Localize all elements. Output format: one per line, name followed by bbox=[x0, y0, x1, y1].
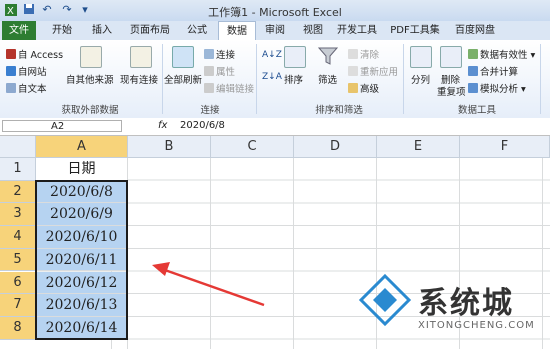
sort-button[interactable]: 排序 bbox=[284, 72, 303, 86]
reapply-icon bbox=[348, 66, 358, 76]
tab-page-layout[interactable]: 页面布局 bbox=[124, 21, 176, 40]
insert-function-icon[interactable]: fx bbox=[158, 120, 167, 131]
clear-filter-button[interactable]: 清除 bbox=[348, 47, 379, 61]
advanced-filter-button[interactable]: 高级 bbox=[348, 81, 379, 95]
group-label-connections: 连接 bbox=[200, 105, 220, 116]
tab-insert[interactable]: 插入 bbox=[84, 21, 120, 40]
properties-button[interactable]: 属性 bbox=[204, 64, 235, 78]
connections-button[interactable]: 连接 bbox=[204, 47, 235, 61]
tab-data[interactable]: 数据 bbox=[218, 21, 256, 41]
tab-formulas[interactable]: 公式 bbox=[180, 21, 214, 40]
text-to-columns-icon bbox=[410, 46, 432, 68]
other-sources-icon bbox=[80, 46, 102, 68]
from-access-button[interactable]: 自 Access bbox=[6, 47, 63, 61]
row-header-6[interactable]: 6 bbox=[0, 271, 36, 295]
filter-funnel-icon bbox=[317, 46, 339, 69]
text-to-columns-button[interactable]: 分列 bbox=[411, 72, 430, 86]
what-if-icon bbox=[468, 83, 478, 93]
access-icon bbox=[6, 49, 16, 59]
row-header-8[interactable]: 8 bbox=[0, 316, 36, 340]
watermark-url: XITONGCHENG.COM bbox=[418, 320, 535, 331]
group-divider bbox=[540, 44, 541, 114]
reapply-button[interactable]: 重新应用 bbox=[348, 64, 398, 78]
tab-pdf-tools[interactable]: PDF工具集 bbox=[386, 21, 444, 40]
existing-connections-icon bbox=[130, 46, 152, 68]
tab-developer[interactable]: 开发工具 bbox=[332, 21, 382, 40]
select-all-corner[interactable] bbox=[0, 136, 36, 158]
link-icon bbox=[204, 49, 214, 59]
sort-za-icon[interactable]: Z↓A bbox=[262, 72, 282, 82]
from-text-button[interactable]: 自文本 bbox=[6, 81, 47, 95]
data-validation-button[interactable]: 数据有效性 ▾ bbox=[468, 47, 535, 61]
tab-review[interactable]: 审阅 bbox=[258, 21, 292, 40]
refresh-all-button[interactable]: 全部刷新 bbox=[164, 72, 202, 86]
cell-a1[interactable]: 日期 bbox=[36, 158, 128, 181]
row-header-2[interactable]: 2 bbox=[0, 180, 36, 204]
name-box[interactable]: A2 bbox=[2, 120, 122, 132]
red-arrow-annotation bbox=[152, 262, 265, 307]
group-label-sort-filter: 排序和筛选 bbox=[315, 105, 363, 116]
filter-button[interactable]: 筛选 bbox=[318, 72, 337, 86]
group-divider bbox=[256, 44, 257, 114]
group-divider bbox=[403, 44, 404, 114]
properties-icon bbox=[204, 66, 214, 76]
column-header-a[interactable]: A bbox=[36, 136, 128, 158]
sort-dialog-icon bbox=[284, 46, 306, 68]
row-header-7[interactable]: 7 bbox=[0, 294, 36, 317]
row-header-4[interactable]: 4 bbox=[0, 226, 36, 249]
selection-border bbox=[35, 179, 128, 340]
column-header-d[interactable]: D bbox=[294, 136, 377, 158]
validation-icon bbox=[468, 49, 478, 59]
from-other-sources-button[interactable]: 自其他来源 bbox=[66, 72, 114, 86]
row-header-1[interactable]: 1 bbox=[0, 158, 36, 181]
globe-icon bbox=[6, 66, 16, 76]
column-header-b[interactable]: B bbox=[128, 136, 211, 158]
tab-view[interactable]: 视图 bbox=[296, 21, 330, 40]
text-file-icon bbox=[6, 83, 16, 93]
group-label-external-data: 获取外部数据 bbox=[61, 105, 119, 116]
from-web-button[interactable]: 自网站 bbox=[6, 64, 47, 78]
row-header-3[interactable]: 3 bbox=[0, 203, 36, 227]
advanced-icon bbox=[348, 83, 358, 93]
watermark-logo-icon bbox=[358, 273, 412, 327]
group-label-data-tools: 数据工具 bbox=[457, 105, 496, 116]
tab-file[interactable]: 文件 bbox=[2, 21, 36, 40]
window-title: 工作簿1 - Microsoft Excel bbox=[208, 6, 342, 19]
sort-az-icon[interactable]: A↓Z bbox=[262, 50, 282, 60]
edit-links-icon bbox=[204, 83, 214, 93]
tab-home[interactable]: 开始 bbox=[44, 21, 80, 40]
row-header-5[interactable]: 5 bbox=[0, 248, 36, 272]
tab-baidu-netdisk[interactable]: 百度网盘 bbox=[448, 21, 502, 40]
refresh-all-icon bbox=[172, 46, 194, 68]
consolidate-button[interactable]: 合并计算 bbox=[468, 64, 518, 78]
clear-icon bbox=[348, 49, 358, 59]
group-divider bbox=[162, 44, 163, 114]
formula-input[interactable]: 2020/6/8 bbox=[180, 120, 225, 131]
column-header-e[interactable]: E bbox=[377, 136, 460, 158]
remove-duplicates-icon bbox=[440, 46, 462, 68]
watermark-text: 系统城 bbox=[418, 286, 514, 321]
existing-connections-button[interactable]: 现有连接 bbox=[120, 72, 158, 86]
consolidate-icon bbox=[468, 66, 478, 76]
column-header-f[interactable]: F bbox=[460, 136, 550, 158]
what-if-analysis-button[interactable]: 模拟分析 ▾ bbox=[468, 81, 526, 95]
column-header-c[interactable]: C bbox=[211, 136, 294, 158]
remove-duplicates-button-line2[interactable]: 重复项 bbox=[437, 84, 466, 98]
edit-links-button[interactable]: 编辑链接 bbox=[204, 81, 254, 95]
